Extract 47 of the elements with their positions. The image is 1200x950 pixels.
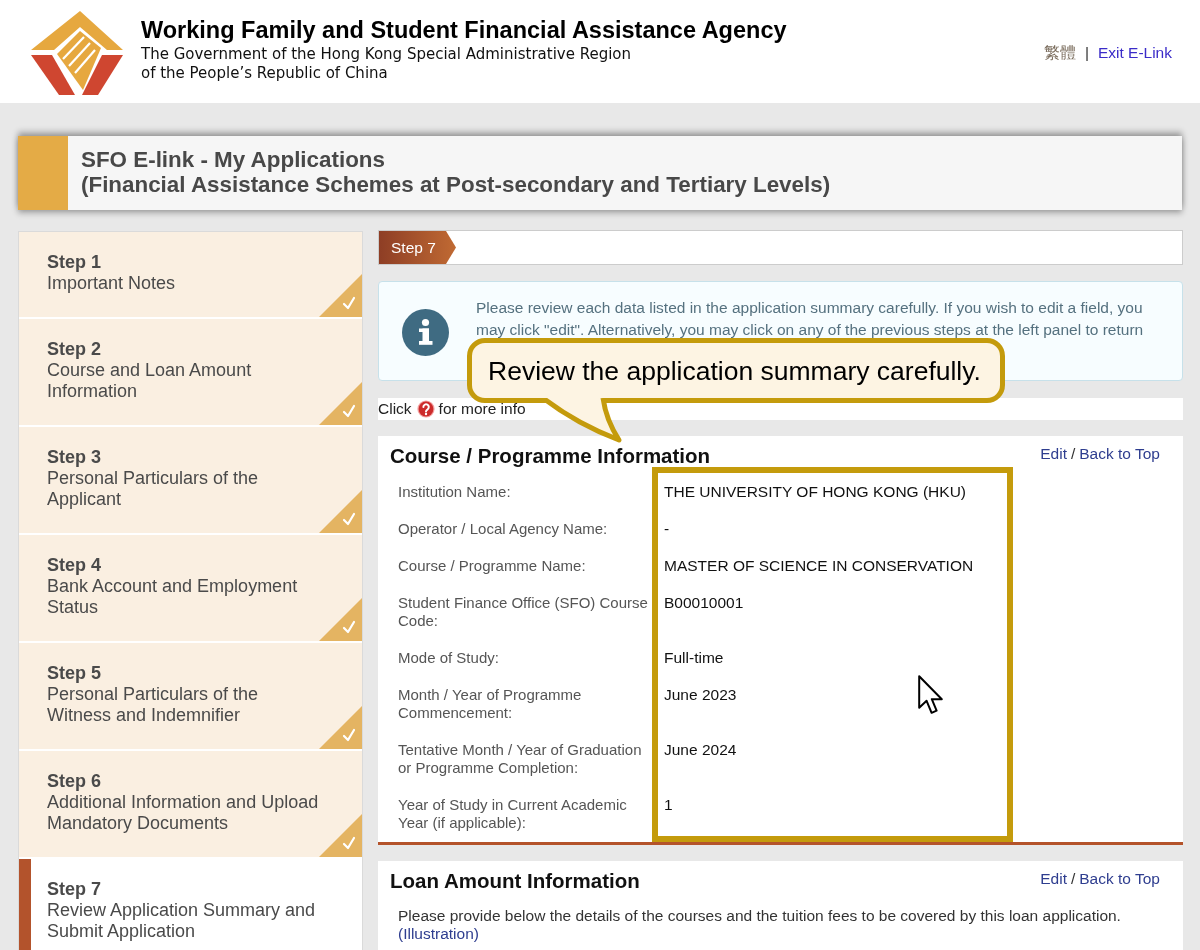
link-separator: /: [1070, 870, 1076, 888]
link-separator: /: [1070, 445, 1076, 463]
field-label: Institution Name:: [398, 483, 511, 500]
step-item[interactable]: Step 5 Personal Particulars of the Witness and Indemnifier: [19, 643, 362, 749]
exit-link[interactable]: Exit E-Link: [1097, 43, 1172, 63]
section-title: Loan Amount Information: [390, 869, 640, 892]
help-hint-text: for more info: [438, 400, 526, 418]
field-label: Operator / Local Agency Name:: [398, 520, 608, 537]
government-name: The Government of the Hong Kong Special Administrative Region: [141, 45, 632, 64]
field-value: June 2024: [664, 741, 737, 758]
page-title: SFO E-link - My Applications: [81, 147, 385, 172]
edit-link[interactable]: Edit: [1040, 445, 1067, 463]
language-link[interactable]: 繁體: [1043, 43, 1076, 63]
back-to-top-link[interactable]: Back to Top: [1079, 445, 1160, 463]
field-label: Year of Study in Current Academic Year (if applicable):: [398, 796, 627, 831]
field-value: B00010001: [664, 594, 744, 611]
step-badge: Step 7: [379, 231, 456, 264]
info-text: Please review each data listed in the application summary carefully. If you wish to edit a field, you may click "edit". Alternatively, you may click on any of the previous steps at the left panel to return: [476, 298, 1145, 340]
field-value: 1: [664, 796, 673, 813]
field-label: Mode of Study:: [398, 649, 499, 666]
step-item[interactable]: Step 1 Important Notes: [19, 232, 362, 317]
section-title: Course / Programme Information: [390, 444, 711, 467]
step-item[interactable]: Step 4 Bank Account and Employment Status: [19, 535, 362, 641]
edit-link[interactable]: Edit: [1040, 870, 1067, 888]
section-description: Please provide below the details of the courses and the tuition fees to be covered by this loan application.: [398, 907, 1121, 925]
field-value: MASTER OF SCIENCE IN CONSERVATION: [664, 557, 974, 574]
page-subtitle: (Financial Assistance Schemes at Post-secondary and Tertiary Levels): [81, 172, 831, 197]
government-name: of the People’s Republic of China: [141, 64, 388, 83]
step-item[interactable]: Step 2 Course and Loan Amount Information: [19, 319, 362, 425]
field-label: Month / Year of Programme Commencement:: [398, 686, 582, 721]
field-label: Student Finance Office (SFO) Course Code:: [398, 594, 648, 629]
step-item[interactable]: Step 6 Additional Information and Upload Mandatory Documents: [19, 751, 362, 857]
agency-name: Working Family and Student Financial Assistance Agency: [141, 16, 787, 45]
illustration-link[interactable]: (Illustration): [398, 925, 479, 943]
field-value: -: [664, 520, 670, 537]
help-icon[interactable]: [416, 400, 435, 418]
mouse-pointer-icon: [918, 675, 943, 715]
info-icon: [402, 309, 449, 356]
link-separator: |: [1084, 43, 1089, 63]
step-item[interactable]: Step 3 Personal Particulars of the Applicant: [19, 427, 362, 533]
field-value: June 2023: [664, 686, 737, 703]
back-to-top-link[interactable]: Back to Top: [1079, 870, 1160, 888]
field-label: Tentative Month / Year of Graduation or Programme Completion:: [398, 741, 642, 776]
field-value: Full-time: [664, 649, 724, 666]
field-value: THE UNIVERSITY OF HONG KONG (HKU): [664, 483, 966, 500]
field-label: Course / Programme Name:: [398, 557, 586, 574]
help-hint-text: Click: [378, 400, 412, 418]
